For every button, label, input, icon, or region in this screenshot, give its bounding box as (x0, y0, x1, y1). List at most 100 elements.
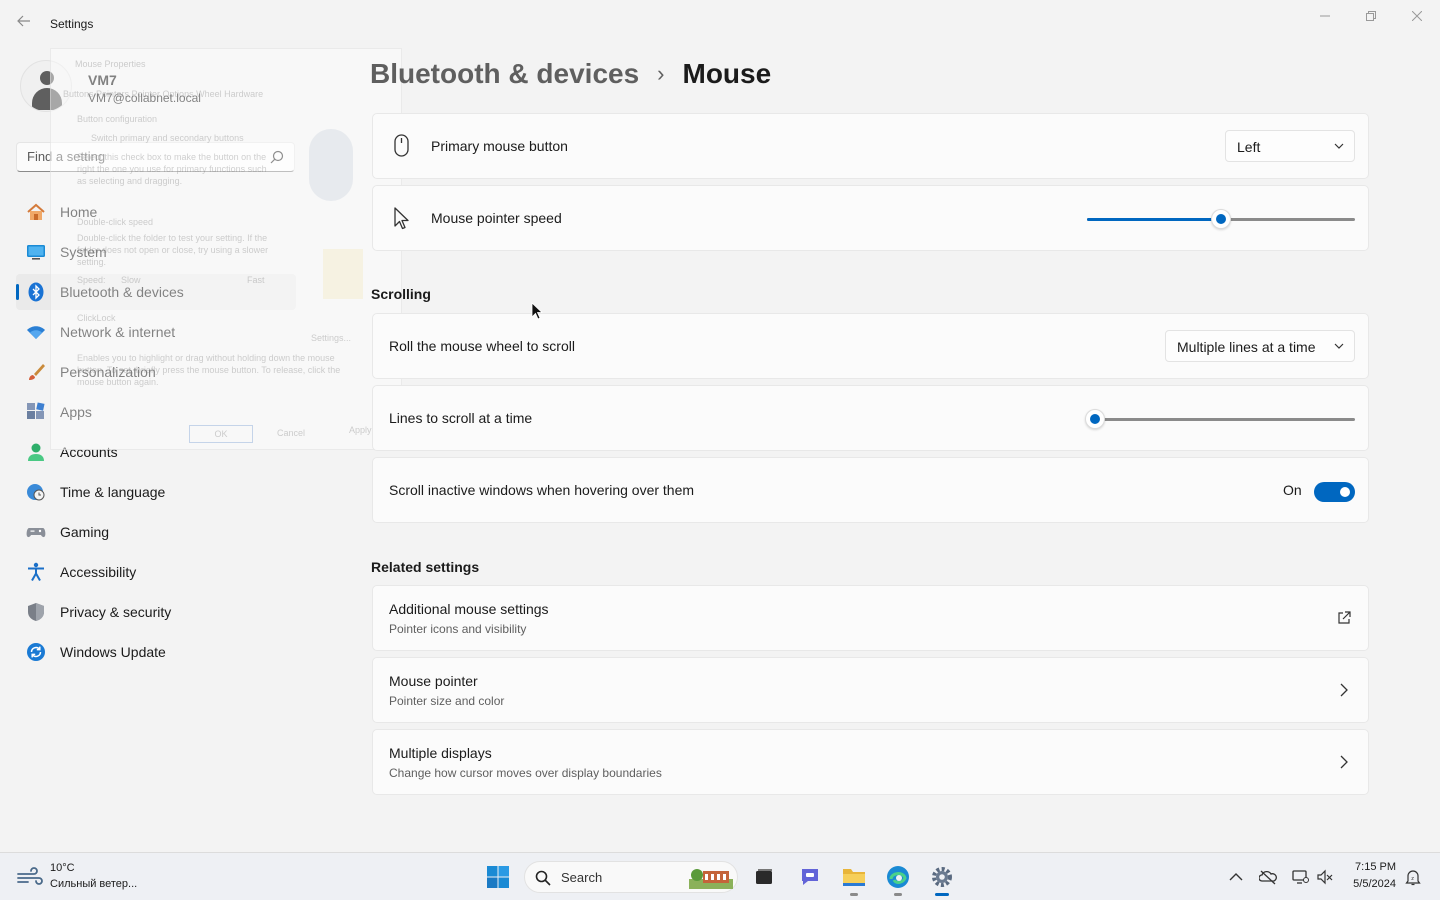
update-icon (26, 642, 46, 662)
notification-icon[interactable]: z (1404, 868, 1422, 886)
svg-text:z: z (1411, 876, 1414, 882)
windows-start-icon[interactable] (482, 861, 514, 893)
maximize-icon[interactable] (1348, 0, 1394, 32)
lines-to-scroll-label: Lines to scroll at a time (389, 410, 533, 426)
sidebar-item-system[interactable]: System (16, 234, 296, 270)
pointer-speed-card: Mouse pointer speed (372, 185, 1369, 251)
lines-to-scroll-card: Lines to scroll at a time (372, 385, 1369, 451)
slider-thumb[interactable] (1085, 409, 1105, 429)
ghost-folder-image (323, 249, 363, 299)
breadcrumb-parent[interactable]: Bluetooth & devices (370, 58, 639, 90)
dropdown-value: Left (1237, 139, 1261, 155)
back-arrow-icon[interactable] (14, 14, 34, 34)
network-icon[interactable] (1291, 868, 1309, 886)
chevron-right-icon (1340, 755, 1348, 769)
taskbar-search[interactable]: Search (524, 861, 738, 893)
sidebar-item-label: Network & internet (60, 324, 176, 340)
slider-thumb[interactable] (1211, 209, 1231, 229)
multiple-displays-card[interactable]: Multiple displays Change how cursor move… (372, 729, 1369, 795)
search-input[interactable] (27, 149, 257, 164)
task-view-icon[interactable] (748, 861, 780, 893)
pointer-icon (394, 207, 409, 230)
sidebar-item-apps[interactable]: Apps (16, 394, 296, 430)
edge-icon[interactable] (882, 861, 914, 896)
external-link-icon (1338, 611, 1351, 624)
search-box[interactable] (16, 142, 295, 172)
accounts-icon (26, 442, 46, 462)
mouse-pointer-card[interactable]: Mouse pointer Pointer size and color (372, 657, 1369, 723)
roll-wheel-dropdown[interactable]: Multiple lines at a time (1165, 330, 1355, 362)
sidebar-item-network[interactable]: Network & internet (16, 314, 296, 350)
search-highlight-image (689, 869, 733, 889)
chevron-up-icon[interactable] (1227, 868, 1245, 886)
ghost-settings: Settings... (311, 333, 352, 343)
settings-icon[interactable] (926, 861, 958, 896)
sidebar-item-label: Apps (60, 404, 92, 420)
onedrive-off-icon[interactable] (1259, 868, 1277, 886)
breadcrumb: Bluetooth & devices › Mouse (370, 58, 771, 90)
primary-mouse-button-dropdown[interactable]: Left (1225, 130, 1355, 162)
toggle-state-label: On (1283, 482, 1302, 498)
sidebar-item-label: Time & language (60, 484, 166, 500)
sidebar-item-bluetooth[interactable]: Bluetooth & devices (16, 274, 296, 310)
volume-icon[interactable] (1316, 868, 1334, 886)
additional-mouse-settings-card[interactable]: Additional mouse settings Pointer icons … (372, 585, 1369, 651)
sidebar-item-label: Home (60, 204, 98, 220)
page-title: Mouse (682, 58, 772, 89)
sidebar-item-label: Windows Update (60, 644, 166, 660)
card-description: Pointer size and color (389, 694, 505, 708)
sidebar-item-windows-update[interactable]: Windows Update (16, 634, 296, 670)
home-icon (26, 202, 46, 222)
sidebar-item-label: Accounts (60, 444, 118, 460)
sidebar-item-privacy[interactable]: Privacy & security (16, 594, 296, 630)
sidebar-item-label: Accessibility (60, 564, 137, 580)
lines-to-scroll-slider[interactable] (1085, 409, 1355, 429)
sidebar-nav: Home System Bluetooth & devices Network … (16, 194, 296, 674)
card-description: Pointer icons and visibility (389, 622, 527, 636)
sidebar-item-personalization[interactable]: Personalization (16, 354, 296, 390)
avatar (20, 60, 72, 112)
sidebar-item-label: System (60, 244, 107, 260)
system-icon (26, 242, 46, 262)
sidebar-item-accessibility[interactable]: Accessibility (16, 554, 296, 590)
card-title: Multiple displays (389, 745, 492, 761)
sidebar-item-label: Bluetooth & devices (60, 284, 184, 300)
dropdown-value: Multiple lines at a time (1177, 339, 1316, 355)
minimize-icon[interactable] (1302, 0, 1348, 32)
roll-wheel-card: Roll the mouse wheel to scroll Multiple … (372, 313, 1369, 379)
breadcrumb-separator: › (657, 61, 665, 86)
globe-clock-icon (26, 482, 46, 502)
weather-temp[interactable]: 10°C (50, 862, 75, 874)
ghost-group: Button configuration (77, 114, 158, 124)
slider-fill (1087, 218, 1221, 221)
pointer-speed-slider[interactable] (1087, 209, 1355, 229)
file-explorer-icon[interactable] (838, 861, 870, 896)
wind-icon[interactable] (16, 867, 44, 887)
sidebar-item-gaming[interactable]: Gaming (16, 514, 296, 550)
shield-icon (26, 602, 46, 622)
sidebar-item-home[interactable]: Home (16, 194, 296, 230)
card-title: Mouse pointer (389, 673, 478, 689)
ghost-title: Mouse Properties (75, 59, 146, 69)
sidebar-item-label: Gaming (60, 524, 110, 540)
mouse-icon (394, 134, 409, 157)
sidebar-item-accounts[interactable]: Accounts (16, 434, 296, 470)
primary-mouse-button-card: Primary mouse button Left (372, 113, 1369, 179)
card-title: Additional mouse settings (389, 601, 549, 617)
scroll-inactive-toggle[interactable] (1314, 482, 1355, 502)
search-icon[interactable] (270, 150, 284, 164)
mouse-cursor-icon (531, 302, 543, 320)
title-bar: Settings (0, 0, 1440, 48)
ghost-mouse-image (309, 129, 353, 201)
taskbar: 10°C Сильный ветер... Search 7:15 PM 5/5… (0, 852, 1440, 900)
scroll-inactive-card: Scroll inactive windows when hovering ov… (372, 457, 1369, 523)
clock-time[interactable]: 7:15 PM (1336, 861, 1396, 873)
weather-desc[interactable]: Сильный ветер... (50, 878, 137, 890)
related-settings-title: Related settings (371, 559, 480, 575)
close-icon[interactable] (1394, 0, 1440, 32)
accessibility-icon (26, 562, 46, 582)
profile-name: VM7 (88, 72, 117, 88)
clock-date[interactable]: 5/5/2024 (1336, 878, 1396, 890)
sidebar-item-time-language[interactable]: Time & language (16, 474, 296, 510)
chat-icon[interactable] (794, 861, 826, 893)
